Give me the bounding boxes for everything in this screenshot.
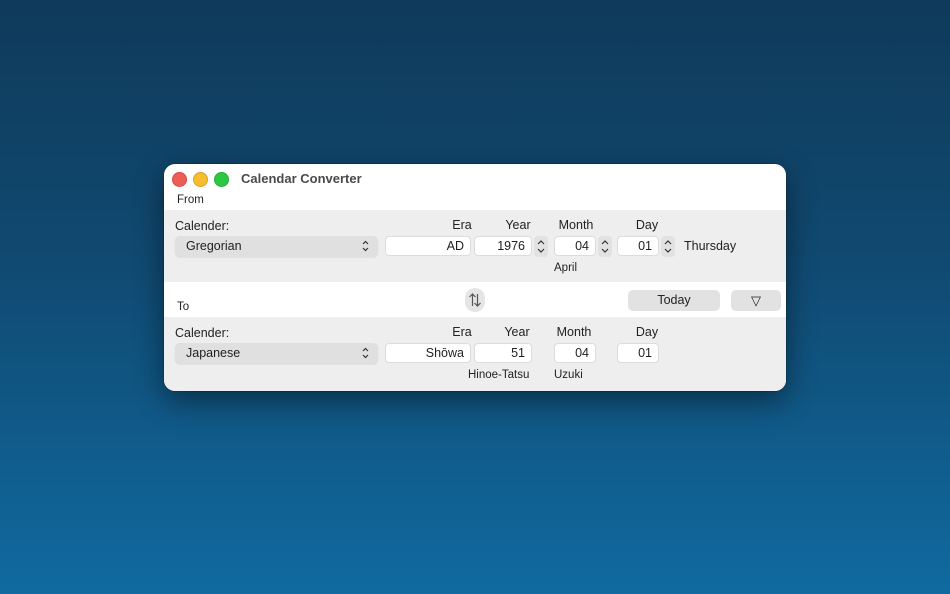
chevron-updown-icon [362,347,369,359]
from-month-field[interactable]: 04 [554,236,596,256]
close-window-button[interactable] [172,172,187,187]
to-era-field[interactable]: Shōwa [385,343,471,363]
window-title: Calendar Converter [241,171,362,186]
to-month-name: Uzuki [554,369,583,381]
to-calendar-popup[interactable]: Japanese [175,343,378,364]
swap-arrows-icon [469,293,481,307]
from-weekday: Thursday [684,239,737,253]
from-month-header: Month [558,218,594,232]
from-day-field[interactable]: 01 [617,236,659,256]
from-calendar-value: Gregorian [186,239,242,253]
today-button[interactable]: Today [628,290,720,311]
chevron-updown-icon [362,240,369,252]
from-month-stepper[interactable] [598,236,612,257]
menu-triangle-button[interactable]: ▽ [731,290,781,311]
from-month-name: April [554,262,578,274]
from-calendar-label: Calender: [175,219,230,233]
to-year-header: Year [504,325,530,339]
to-year-name: Hinoe-Tatsu [468,369,530,381]
from-calendar-popup[interactable]: Gregorian [175,236,378,257]
from-year-stepper[interactable] [534,236,548,257]
to-calendar-label: Calender: [175,326,230,340]
from-year-field[interactable]: 1976 [474,236,532,256]
minimize-window-button[interactable] [193,172,208,187]
from-era-field[interactable]: AD [385,236,471,256]
from-era-header: Era [452,218,472,232]
to-month-field[interactable]: 04 [554,343,596,363]
from-section-label: From [177,194,204,206]
from-panel: Calender: Era Year Month Day Gregorian A… [164,210,786,282]
swap-calendars-button[interactable] [465,288,485,312]
to-month-header: Month [556,325,592,339]
to-panel: Calender: Era Year Month Day Japanese Sh… [164,317,786,391]
to-year-field[interactable]: 51 [474,343,532,363]
calendar-converter-window: Calendar Converter From Calender: Era Ye… [164,164,786,391]
to-day-field[interactable]: 01 [617,343,659,363]
from-day-header: Day [635,218,659,232]
zoom-window-button[interactable] [214,172,229,187]
to-section-label: To [177,301,190,313]
from-day-stepper[interactable] [661,236,675,257]
to-calendar-value: Japanese [186,346,241,360]
from-year-header: Year [505,218,531,232]
to-day-header: Day [635,325,659,339]
to-era-header: Era [452,325,472,339]
